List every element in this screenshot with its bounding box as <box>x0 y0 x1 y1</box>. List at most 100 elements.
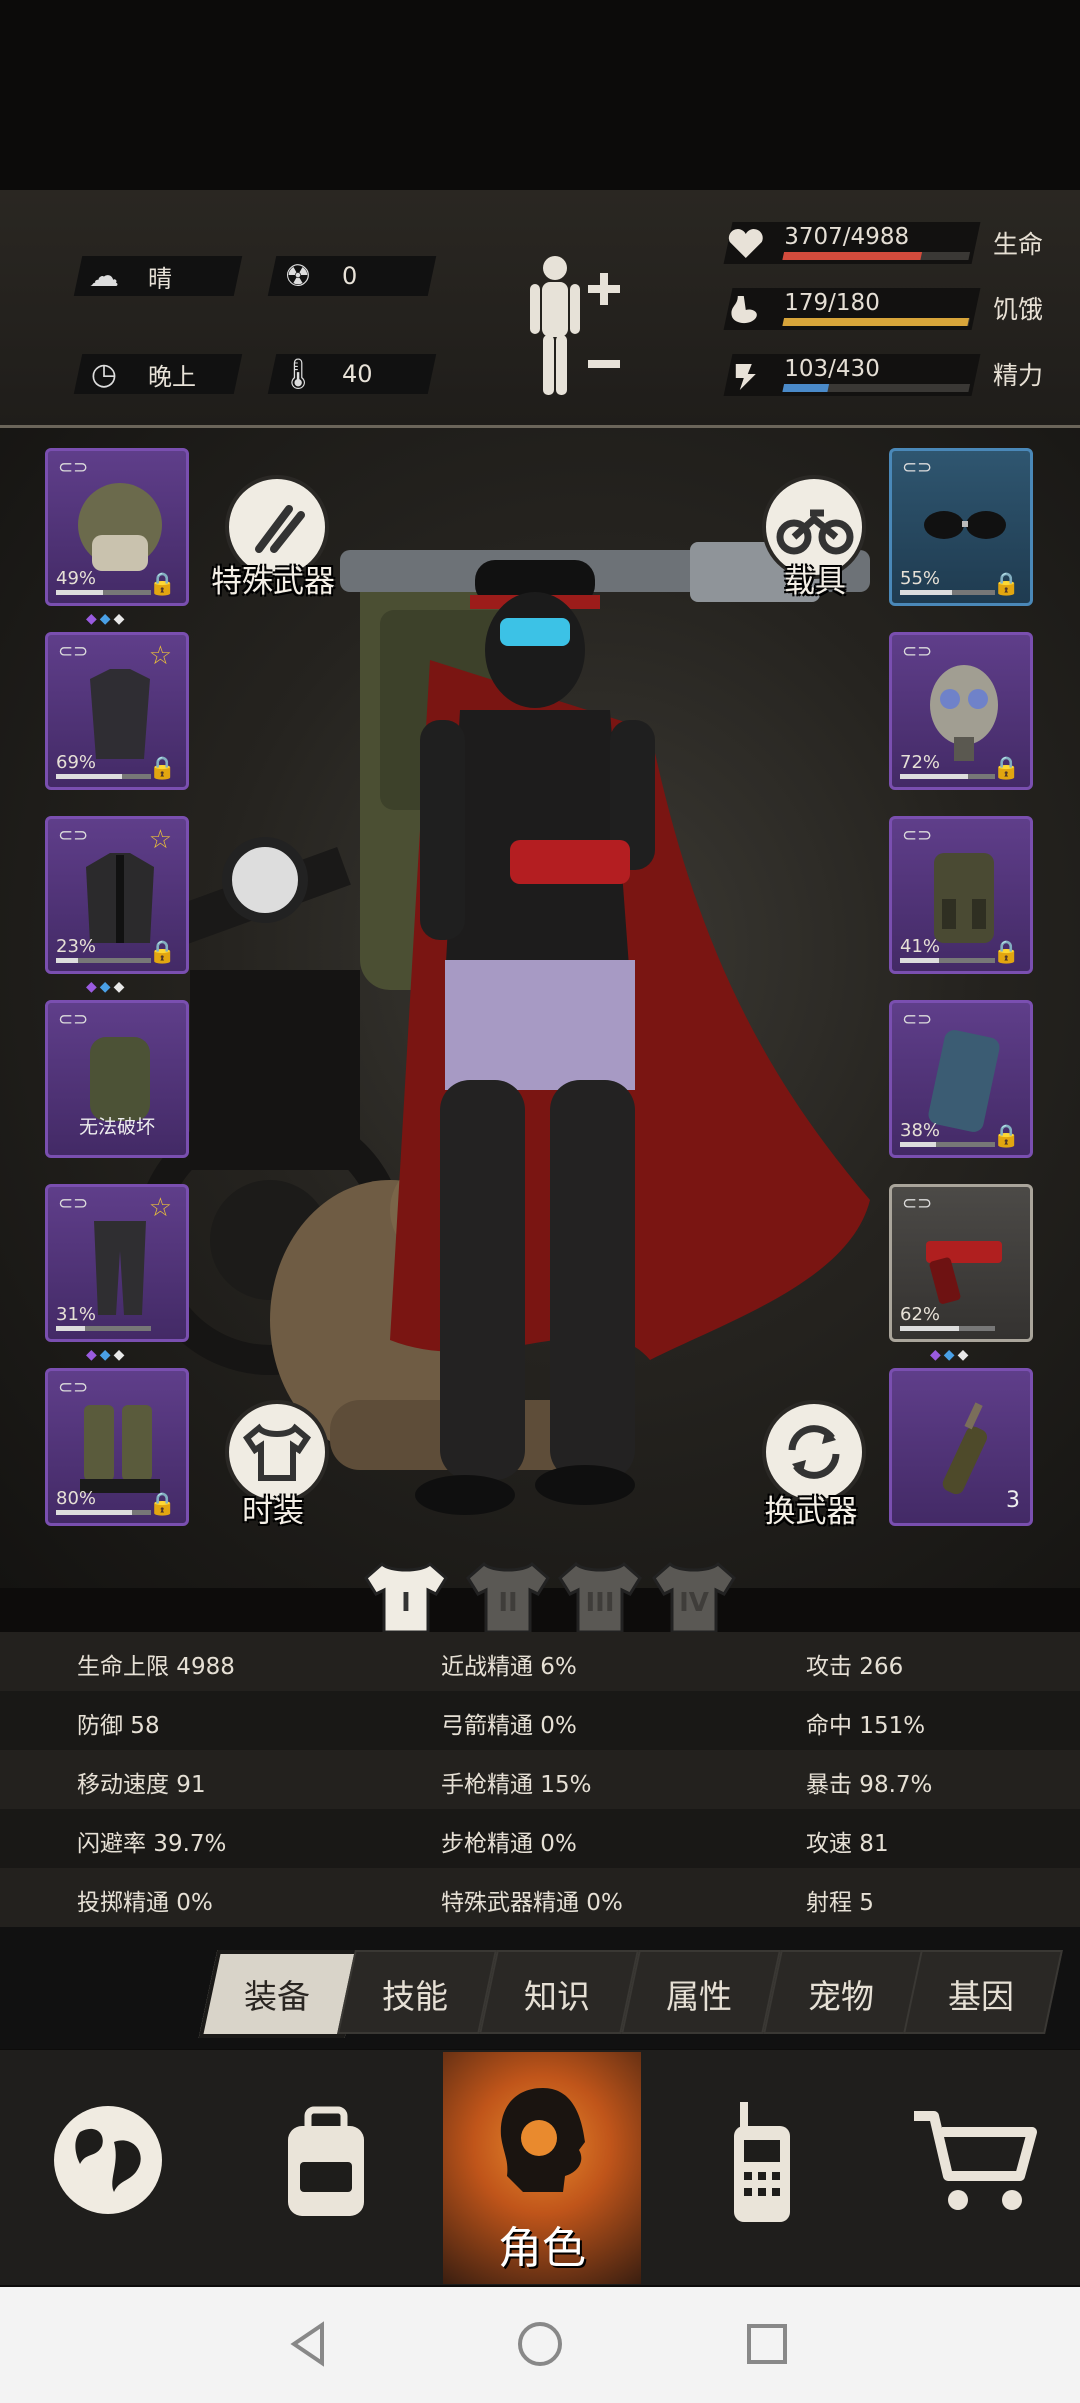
nav-map[interactable] <box>40 2052 170 2284</box>
loadout-2-button[interactable]: II <box>464 1558 552 1636</box>
nav-character[interactable]: 角色 <box>443 2052 641 2284</box>
weather-icon: ☁ <box>89 258 119 294</box>
stat-cell: 近战精通 6% <box>441 1654 577 1680</box>
swap-weapon-label: 换武器 <box>764 1494 858 1530</box>
link-icon: ⊂⊃ <box>58 457 89 478</box>
stat-cell: 攻击 266 <box>806 1654 904 1680</box>
stomach-icon <box>731 296 757 324</box>
loadout-numeral: IV <box>679 1588 709 1618</box>
home-icon[interactable] <box>517 2321 563 2367</box>
equip-slot-gas-mask[interactable]: ⊂⊃ 72% 🔒 <box>889 632 1033 790</box>
top-bar <box>0 0 1080 190</box>
stat-cell: 特殊武器精通 0% <box>441 1890 623 1916</box>
loadout-4-button[interactable]: IV <box>650 1558 738 1636</box>
tab-equipment-label: 装备 <box>244 1977 310 2016</box>
nav-radio[interactable] <box>700 2052 830 2284</box>
stat-cell: 防御 58 <box>77 1713 160 1739</box>
shopping-cart-icon <box>914 2111 1037 2210</box>
lock-icon: 🔒 <box>148 572 176 597</box>
durability-bar <box>900 1326 995 1331</box>
durability-bar <box>900 590 995 595</box>
equip-slot-pistol[interactable]: ⊂⊃ 62% ◆◆◆ <box>889 1184 1033 1363</box>
backpack-icon <box>288 2106 364 2216</box>
star-icon: ☆ <box>148 641 172 671</box>
time-text: 晚上 <box>148 362 196 391</box>
link-icon: ⊂⊃ <box>58 1377 89 1398</box>
equip-slot-boots[interactable]: ⊂⊃ 80% 🔒 <box>45 1368 189 1526</box>
hunger-value: 179/180 <box>784 290 880 316</box>
loadout-1-button[interactable]: I <box>362 1558 450 1636</box>
nav-backpack[interactable] <box>258 2052 388 2284</box>
equip-slot-goggles[interactable]: ⊂⊃ 55% 🔒 <box>889 448 1033 606</box>
durability-percent: 80% <box>56 1488 97 1509</box>
health-fill <box>782 252 923 260</box>
health-value: 3707/4988 <box>784 224 910 250</box>
link-icon: ⊂⊃ <box>58 1193 89 1214</box>
stat-cell: 命中 151% <box>806 1713 926 1739</box>
nav-shop[interactable] <box>908 2052 1048 2284</box>
molotov-item-icon <box>942 1402 988 1495</box>
stats-row: 投掷精通 0% 特殊武器精通 0% 射程 5 <box>0 1868 1080 1927</box>
durability-percent: 38% <box>900 1120 941 1141</box>
loadout-numeral: III <box>585 1588 615 1618</box>
loadout-3-button[interactable]: III <box>556 1558 644 1636</box>
durability-bar <box>900 958 995 963</box>
body-figure-icon <box>530 256 580 395</box>
lock-icon: 🔒 <box>148 756 176 781</box>
stat-cell: 生命上限 4988 <box>77 1654 235 1680</box>
temperature-text: 40 <box>342 360 373 388</box>
stat-cell: 投掷精通 0% <box>77 1890 213 1916</box>
durability-bar <box>900 1142 995 1147</box>
loadout-numeral: I <box>401 1588 411 1618</box>
durability-bar <box>56 1326 151 1331</box>
lock-icon: 🔒 <box>992 756 1020 781</box>
energy-label: 精力 <box>993 361 1044 390</box>
star-icon: ☆ <box>148 1193 172 1223</box>
equip-slot-jacket[interactable]: ⊂⊃ ☆ 23% 🔒 ◆◆◆ <box>45 816 189 995</box>
back-icon[interactable] <box>288 2321 328 2367</box>
hunger-bar: 179/180 <box>723 288 981 330</box>
durability-bar <box>56 1510 151 1515</box>
time-chip: ◷ 晚上 <box>73 354 243 394</box>
lock-icon: 🔒 <box>148 940 176 965</box>
system-nav-bar <box>0 2287 1080 2403</box>
durability-bar <box>56 590 151 595</box>
durability-bar <box>56 774 151 779</box>
unbreakable-label: 无法破坏 <box>78 1116 155 1138</box>
globe-icon <box>54 2106 162 2214</box>
link-icon: ⊂⊃ <box>902 641 933 662</box>
health-label: 生命 <box>993 230 1044 259</box>
recents-icon[interactable] <box>746 2323 788 2365</box>
special-weapon-label: 特殊武器 <box>211 564 335 600</box>
stats-table: 生命上限 4988 近战精通 6% 攻击 266 防御 58 弓箭精通 0% 命中 151… <box>0 1632 1080 1927</box>
gem-icons: ◆◆◆ <box>86 979 128 995</box>
durability-bar <box>900 774 995 779</box>
equip-slot-vest[interactable]: ⊂⊃ 41% 🔒 <box>889 816 1033 974</box>
body-status-button[interactable] <box>520 250 630 400</box>
energy-fill <box>782 384 829 392</box>
equip-slot-shirt[interactable]: ⊂⊃ ☆ 69% 🔒 <box>45 632 189 790</box>
energy-bar: 103/430 <box>723 354 981 396</box>
tab-genes-label: 基因 <box>948 1977 1014 2016</box>
equip-slot-shield[interactable]: ⊂⊃ 38% 🔒 <box>889 1000 1033 1158</box>
radiation-text: 0 <box>342 262 358 290</box>
tab-pets-label: 宠物 <box>808 1977 874 2016</box>
link-icon: ⊂⊃ <box>58 825 89 846</box>
link-icon: ⊂⊃ <box>902 1009 933 1030</box>
weather-chip: ☁ 晴 <box>73 256 243 296</box>
stats-row: 闪避率 39.7% 步枪精通 0% 攻速 81 <box>0 1809 1080 1868</box>
equip-slot-molotov[interactable]: 3 <box>889 1368 1033 1526</box>
costume-label: 时装 <box>242 1494 304 1530</box>
gem-icons: ◆◆◆ <box>86 611 128 627</box>
link-icon: ⊂⊃ <box>902 825 933 846</box>
energy-value: 103/430 <box>784 356 880 382</box>
lock-icon: 🔒 <box>992 1124 1020 1149</box>
equip-slot-helmet[interactable]: ⊂⊃ 49% 🔒 ◆◆◆ <box>45 448 189 627</box>
equip-slot-backpack[interactable]: ⊂⊃ 无法破坏 <box>45 1000 189 1158</box>
equip-slot-pants[interactable]: ⊂⊃ ☆ 31% ◆◆◆ <box>45 1184 189 1363</box>
stat-cell: 弓箭精通 0% <box>441 1713 577 1739</box>
weather-text: 晴 <box>148 264 172 293</box>
plus-minus-icon <box>588 273 620 368</box>
vehicle-label: 载具 <box>784 564 846 600</box>
durability-percent: 49% <box>56 568 97 589</box>
